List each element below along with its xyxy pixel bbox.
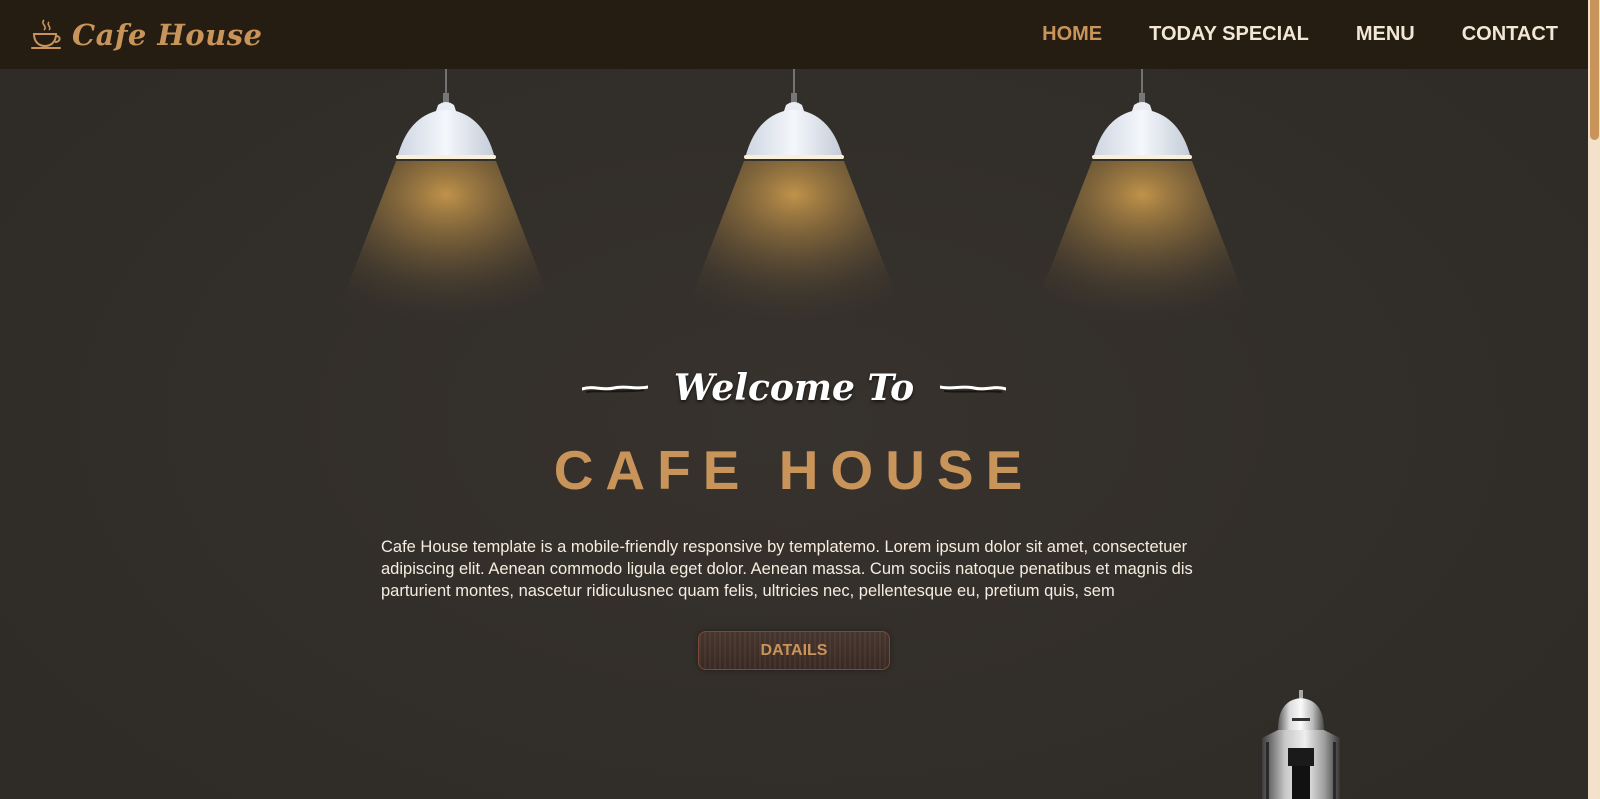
nav-item-today-special[interactable]: TODAY SPECIAL	[1149, 23, 1309, 46]
pendant-lamp-right	[1012, 69, 1272, 339]
nav-item-home[interactable]: HOME	[1042, 23, 1102, 46]
navbar: Cafe House HOME TODAY SPECIAL MENU CONTA…	[0, 0, 1588, 69]
details-button[interactable]: DATAILS	[698, 631, 890, 670]
coffee-machine-image	[1240, 690, 1360, 799]
page-scrollbar[interactable]	[1588, 0, 1600, 799]
pendant-lamp-left	[316, 69, 576, 339]
nav-item-contact[interactable]: CONTACT	[1462, 23, 1558, 46]
hero-title: CAFE HOUSE	[553, 439, 1035, 501]
flourish-right-icon	[940, 385, 1007, 393]
welcome-text: Welcome To	[673, 367, 915, 409]
welcome-heading-row: Welcome To	[0, 362, 1588, 414]
coffee-cup-icon	[31, 19, 61, 49]
nav-item-menu[interactable]: MENU	[1356, 23, 1415, 46]
brand-logo[interactable]: Cafe House	[30, 10, 263, 60]
page: Cafe House HOME TODAY SPECIAL MENU CONTA…	[0, 0, 1600, 799]
main-nav: HOME TODAY SPECIAL MENU CONTACT	[1042, 0, 1588, 69]
scrollbar-thumb[interactable]	[1590, 0, 1599, 140]
pendant-lamp-center	[664, 69, 924, 339]
brand-name: Cafe House	[72, 18, 263, 52]
flourish-left-icon	[581, 385, 648, 393]
hero-description: Cafe House template is a mobile-friendly…	[381, 538, 1193, 600]
